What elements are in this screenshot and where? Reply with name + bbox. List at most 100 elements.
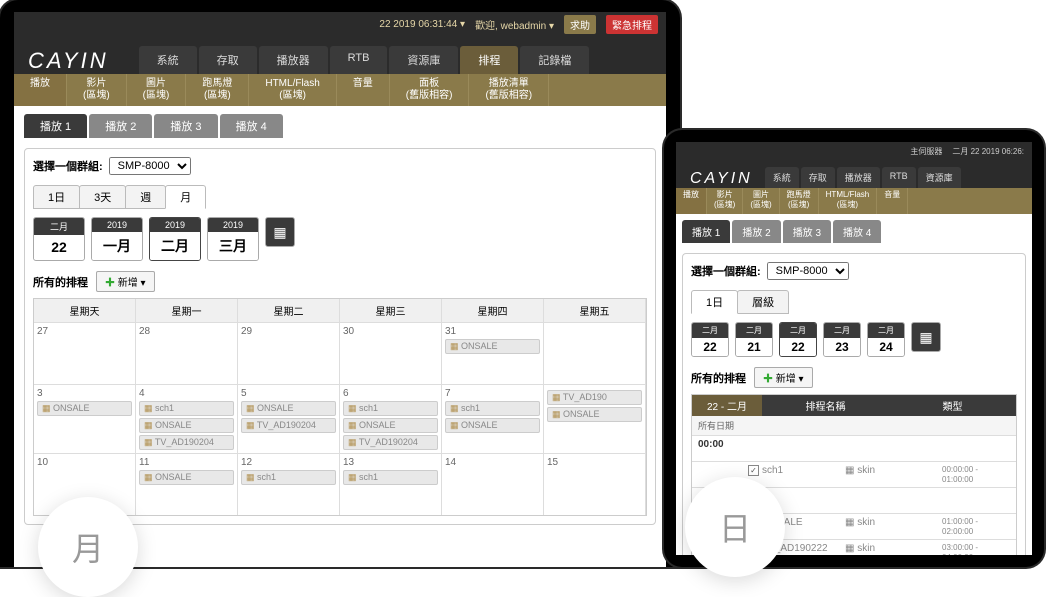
- help-button[interactable]: 求助: [564, 15, 596, 34]
- subnav-item[interactable]: 播放: [676, 188, 707, 214]
- t-add-button[interactable]: 新增 ▾: [754, 367, 813, 388]
- play-tab[interactable]: 播放 4: [220, 114, 283, 138]
- welcome-user[interactable]: 歡迎, webadmin ▾: [475, 17, 554, 32]
- event-chip[interactable]: ONSALE: [241, 401, 336, 416]
- play-tab[interactable]: 播放 2: [89, 114, 152, 138]
- checkbox-icon[interactable]: ✓: [748, 465, 759, 476]
- event-chip[interactable]: ONSALE: [445, 418, 540, 433]
- calendar-cell[interactable]: [544, 323, 646, 384]
- calendar-icon[interactable]: ▦: [265, 217, 295, 247]
- date-card[interactable]: 二月23: [823, 322, 861, 357]
- main-nav: 系統存取播放器RTB資源庫排程記錄檔: [139, 46, 652, 74]
- nav-tab[interactable]: RTB: [882, 167, 916, 188]
- subnav-item[interactable]: 跑馬燈(區塊): [186, 74, 249, 106]
- calendar-cell[interactable]: 14: [442, 454, 544, 515]
- sched-kind: ▦ skin: [839, 514, 936, 539]
- subnav-item[interactable]: HTML/Flash(區塊): [819, 188, 878, 214]
- view-tab[interactable]: 週: [125, 185, 166, 209]
- event-chip[interactable]: sch1: [343, 401, 438, 416]
- event-chip[interactable]: TV_AD190204: [241, 418, 336, 433]
- nav-tab[interactable]: 存取: [801, 167, 835, 188]
- play-tab[interactable]: 播放 3: [783, 220, 831, 243]
- event-chip[interactable]: TV_AD190204: [139, 435, 234, 450]
- calendar-cell[interactable]: 30: [340, 323, 442, 384]
- calendar-cell[interactable]: 3ONSALE: [34, 385, 136, 453]
- calendar-cell[interactable]: 15: [544, 454, 646, 515]
- event-chip[interactable]: ONSALE: [445, 339, 540, 354]
- date-card[interactable]: 二月22: [779, 322, 817, 357]
- date-card[interactable]: 二月21: [735, 322, 773, 357]
- event-chip[interactable]: TV_AD190204: [343, 435, 438, 450]
- subnav-item[interactable]: 圖片(區塊): [743, 188, 779, 214]
- datetime[interactable]: 22 2019 06:31:44 ▾: [379, 19, 465, 30]
- t-group-select[interactable]: SMP-8000: [767, 262, 849, 280]
- nav-tab[interactable]: RTB: [330, 46, 388, 74]
- group-select[interactable]: SMP-8000: [109, 157, 191, 175]
- play-tab[interactable]: 播放 2: [732, 220, 780, 243]
- day-row[interactable]: 00:00: [692, 435, 1016, 461]
- date-card[interactable]: 二月24: [867, 322, 905, 357]
- event-chip[interactable]: sch1: [445, 401, 540, 416]
- nav-tab[interactable]: 播放器: [837, 167, 880, 188]
- view-tab[interactable]: 3天: [79, 185, 126, 209]
- calendar-cell[interactable]: TV_AD190 ONSALE: [544, 385, 646, 453]
- calendar-cell[interactable]: 6sch1ONSALETV_AD190204: [340, 385, 442, 453]
- calendar-cell[interactable]: 29: [238, 323, 340, 384]
- calendar-cell[interactable]: 27: [34, 323, 136, 384]
- date-card[interactable]: 2019二月: [149, 217, 201, 261]
- subnav-item[interactable]: 音量: [337, 74, 390, 106]
- emergency-button[interactable]: 緊急排程: [606, 15, 658, 34]
- nav-tab[interactable]: 資源庫: [389, 46, 458, 74]
- nav-tab[interactable]: 記錄檔: [520, 46, 589, 74]
- calendar-cell[interactable]: 7sch1ONSALE: [442, 385, 544, 453]
- topbar: 22 2019 06:31:44 ▾ 歡迎, webadmin ▾ 求助 緊急排…: [14, 12, 666, 36]
- nav-tab[interactable]: 排程: [460, 46, 518, 74]
- event-chip[interactable]: ONSALE: [547, 407, 642, 422]
- calendar-cell[interactable]: 11ONSALE: [136, 454, 238, 515]
- calendar-icon[interactable]: ▦: [911, 322, 941, 352]
- calendar-cell[interactable]: 4sch1ONSALETV_AD190204: [136, 385, 238, 453]
- view-tab[interactable]: 1日: [691, 290, 738, 314]
- nav-tab[interactable]: 存取: [199, 46, 257, 74]
- subnav-item[interactable]: 影片(區塊): [67, 74, 127, 106]
- play-tab[interactable]: 播放 3: [154, 114, 217, 138]
- view-tab[interactable]: 層級: [737, 290, 789, 314]
- calendar-cell[interactable]: 28: [136, 323, 238, 384]
- date-card[interactable]: 2019三月: [207, 217, 259, 261]
- nav-tab[interactable]: 系統: [139, 46, 197, 74]
- event-chip[interactable]: sch1: [241, 470, 336, 485]
- play-tab[interactable]: 播放 1: [24, 114, 87, 138]
- play-tab[interactable]: 播放 1: [682, 220, 730, 243]
- subnav-item[interactable]: 音量: [877, 188, 908, 214]
- nav-tab[interactable]: 播放器: [259, 46, 328, 74]
- view-tab[interactable]: 1日: [33, 185, 80, 209]
- event-chip[interactable]: sch1: [139, 401, 234, 416]
- subnav-item[interactable]: 圖片(區塊): [127, 74, 187, 106]
- calendar-cell[interactable]: 12sch1: [238, 454, 340, 515]
- calendar-cell[interactable]: 31ONSALE: [442, 323, 544, 384]
- t-date-cards: 二月22二月21二月22二月23二月24▦: [691, 322, 1017, 357]
- date-card[interactable]: 二月22: [691, 322, 729, 357]
- date-card[interactable]: 二月22: [33, 217, 85, 261]
- view-tab[interactable]: 月: [165, 185, 206, 209]
- event-chip[interactable]: ONSALE: [139, 470, 234, 485]
- subnav-item[interactable]: 播放: [14, 74, 67, 106]
- event-chip[interactable]: sch1: [343, 470, 438, 485]
- subnav-item[interactable]: 播放清單(舊版相容): [469, 74, 549, 106]
- play-tab[interactable]: 播放 4: [833, 220, 881, 243]
- calendar-cell[interactable]: 5ONSALETV_AD190204: [238, 385, 340, 453]
- subnav-item[interactable]: 跑馬燈(區塊): [780, 188, 819, 214]
- event-chip[interactable]: ONSALE: [37, 401, 132, 416]
- event-chip[interactable]: ONSALE: [139, 418, 234, 433]
- calendar-cell[interactable]: 13sch1: [340, 454, 442, 515]
- subnav-item[interactable]: HTML/Flash(區塊): [249, 74, 336, 106]
- laptop-frame: 22 2019 06:31:44 ▾ 歡迎, webadmin ▾ 求助 緊急排…: [0, 0, 680, 567]
- subnav-item[interactable]: 面板(舊版相容): [390, 74, 470, 106]
- date-card[interactable]: 2019一月: [91, 217, 143, 261]
- event-chip[interactable]: ONSALE: [343, 418, 438, 433]
- nav-tab[interactable]: 資源庫: [918, 167, 961, 188]
- event-chip[interactable]: TV_AD190: [547, 390, 642, 405]
- nav-tab[interactable]: 系統: [765, 167, 799, 188]
- subnav-item[interactable]: 影片(區塊): [707, 188, 743, 214]
- add-button[interactable]: 新增 ▾: [96, 271, 155, 292]
